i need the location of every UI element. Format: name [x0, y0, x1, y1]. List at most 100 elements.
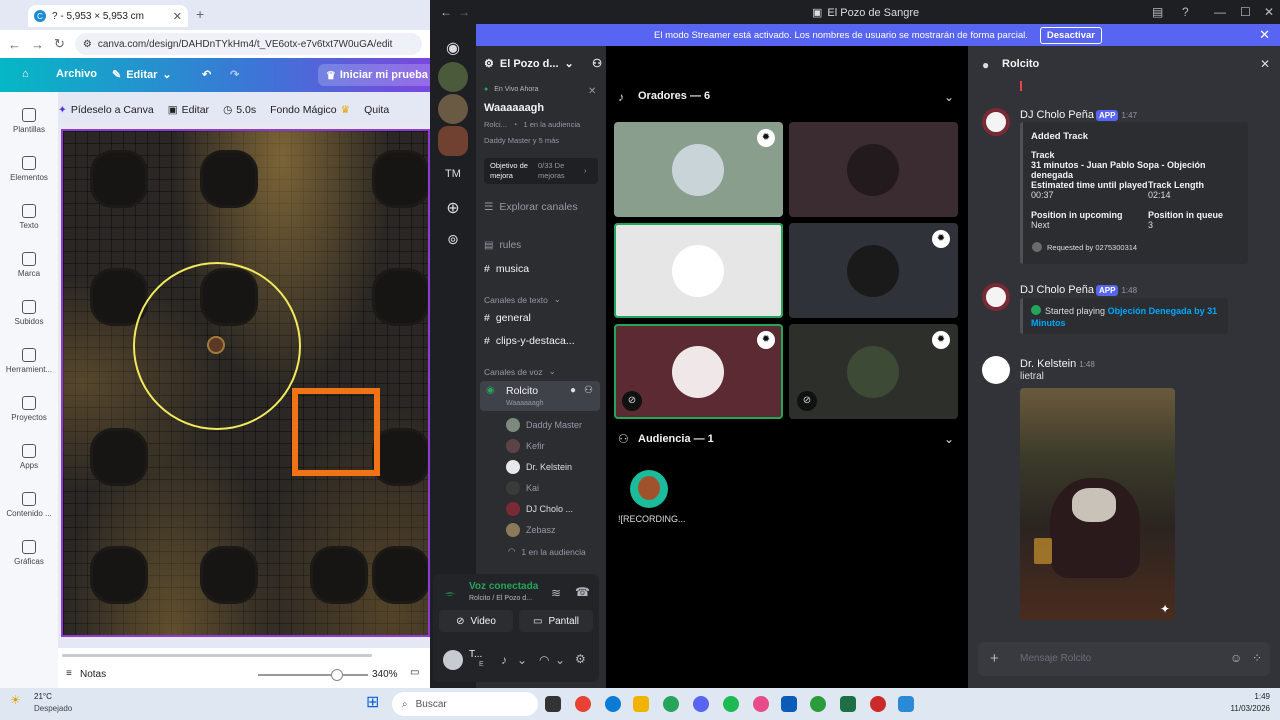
collapse-chevron-icon[interactable]: ⌄ — [944, 90, 954, 104]
voice-audience-count[interactable]: ◠ 1 en la audiencia — [508, 546, 586, 557]
zoom-slider[interactable] — [258, 669, 368, 681]
notes-button[interactable]: Notas — [80, 669, 106, 680]
reload-icon[interactable]: ↻ — [54, 36, 65, 52]
audience-header[interactable]: Audiencia — 1 — [638, 433, 714, 445]
task-view-icon[interactable] — [545, 696, 561, 712]
duration-button[interactable]: ◷ 5.0s — [223, 104, 256, 116]
file-explorer-icon[interactable] — [633, 696, 649, 712]
discover-icon[interactable]: ⊚ — [438, 224, 468, 254]
server-icon[interactable] — [438, 62, 468, 92]
dj-avatar[interactable] — [982, 283, 1010, 311]
magic-background-button[interactable]: Fondo Mágico ♛ — [270, 104, 350, 116]
sidebar-item-9[interactable]: Gráficas — [0, 540, 58, 566]
timeline-track[interactable] — [62, 654, 372, 657]
user-avatar[interactable] — [443, 650, 463, 670]
clock-time[interactable]: 1:49 — [1224, 692, 1270, 701]
temperature[interactable]: 21°C — [34, 692, 52, 701]
sidebar-item-7[interactable]: Apps — [0, 444, 58, 470]
orc-artwork-image[interactable]: ✦ — [1020, 388, 1175, 620]
headphones-icon[interactable]: ◠ — [539, 653, 549, 667]
disconnect-icon[interactable]: ☎ — [575, 585, 590, 599]
edit-image-button[interactable]: ▣ Editar — [168, 104, 209, 116]
voice-member[interactable]: Zebasz — [506, 523, 556, 537]
undo-icon[interactable]: ↶ — [202, 68, 211, 81]
message-author[interactable]: DJ Cholo Peña — [1020, 109, 1094, 121]
settings-gear-icon[interactable]: ⚙ — [575, 652, 586, 666]
sidebar-item-1[interactable]: Elementos — [0, 156, 58, 182]
sidebar-item-3[interactable]: Marca — [0, 252, 58, 278]
emoji-icon[interactable]: ☺ — [1230, 651, 1242, 665]
deactivate-button[interactable]: Desactivar — [1039, 26, 1102, 44]
back-icon[interactable]: ← — [440, 5, 452, 19]
orange-square-shape[interactable] — [292, 388, 380, 476]
screen-share-button[interactable]: ▭ Pantall — [519, 610, 593, 632]
sidebar-item-0[interactable]: Plantillas — [0, 108, 58, 134]
add-member-icon[interactable]: ⚇ — [592, 57, 602, 70]
voice-member[interactable]: DJ Cholo ... — [506, 502, 573, 516]
add-attachment-icon[interactable]: + — [990, 650, 999, 667]
speaker-tile[interactable]: ✹ — [789, 223, 958, 318]
close-icon[interactable]: ✕ — [1260, 57, 1270, 71]
clock-date[interactable]: 11/03/2026 — [1210, 704, 1270, 713]
chevron-down-icon[interactable]: ⌄ — [517, 653, 527, 667]
speakers-header[interactable]: Oradores — 6 — [638, 90, 710, 102]
spotify-icon[interactable] — [723, 696, 739, 712]
sidebar-item-4[interactable]: Subidos — [0, 300, 58, 326]
boost-goal[interactable]: Objetivo de mejora 0/33 De mejoras › — [484, 158, 598, 184]
chat-icon[interactable]: ● — [570, 385, 576, 396]
channel-musica[interactable]: # musica — [484, 263, 529, 275]
maximize-icon[interactable]: ☐ — [1240, 5, 1251, 19]
message-input-placeholder[interactable]: Mensaje Rolcito — [1020, 653, 1091, 664]
notepad-icon[interactable] — [781, 696, 797, 712]
explore-channels[interactable]: ☰ Explorar canales — [484, 201, 578, 213]
voice-channel-rolcito[interactable]: ◉ Rolcito Waaaaaagh ● ⚇ — [480, 381, 600, 411]
player-token[interactable] — [207, 336, 225, 354]
chrome-profile-icon[interactable] — [810, 696, 826, 712]
message-author[interactable]: DJ Cholo Peña — [1020, 284, 1094, 296]
voice-member[interactable]: Kai — [506, 481, 539, 495]
home-icon[interactable]: ⌂ — [22, 68, 29, 80]
discord-taskbar-icon[interactable] — [693, 696, 709, 712]
redo-icon[interactable]: ↷ — [230, 68, 239, 81]
url-field[interactable]: ⚙ canva.com/design/DAHDnTYkHm4/t_VE6otx-… — [74, 33, 422, 55]
voice-status[interactable]: Voz conectada — [469, 581, 538, 592]
video-button[interactable]: ⊘ Video — [439, 610, 513, 632]
app-icon[interactable] — [870, 696, 886, 712]
chevron-down-icon[interactable]: ⌄ — [555, 653, 565, 667]
dungeon-map-image[interactable] — [61, 129, 430, 637]
message-input-box[interactable]: + Mensaje Rolcito ☺ ⁘ — [978, 642, 1270, 676]
menu-edit[interactable]: ✎ Editar ⌄ — [112, 68, 172, 82]
live-title[interactable]: Waaaaaagh — [484, 102, 544, 114]
help-icon[interactable]: ? — [1182, 5, 1189, 19]
zoom-level[interactable]: 340% — [372, 669, 398, 680]
start-trial-button[interactable]: ♛Iniciar mi prueba gr — [318, 64, 430, 86]
app-icon[interactable] — [898, 696, 914, 712]
site-info-icon[interactable]: ⚙ — [83, 39, 92, 50]
voice-member[interactable]: Dr. Kelstein — [506, 460, 572, 474]
menu-file[interactable]: Archivo — [56, 68, 97, 80]
zoom-slider-handle[interactable] — [331, 669, 344, 681]
channel-rules[interactable]: ▤ rules — [484, 240, 521, 251]
close-window-icon[interactable]: ✕ — [1264, 5, 1274, 19]
text-channels-category[interactable]: Canales de texto ⌄ — [484, 294, 561, 305]
forward-icon[interactable]: → — [458, 5, 470, 19]
voice-channels-category[interactable]: Canales de voz ⌄ — [484, 366, 556, 377]
excel-icon[interactable] — [840, 696, 856, 712]
server-icon-active[interactable] — [438, 126, 468, 156]
speaker-tile[interactable] — [614, 223, 783, 318]
server-header[interactable]: ⚙ El Pozo d... ⌄ ⚇ — [484, 57, 602, 71]
audience-member-name[interactable]: ![RECORDING... — [618, 514, 686, 524]
browser-tab[interactable]: C ? - 5,953 × 5,953 cm ✕ — [28, 5, 188, 27]
message-author[interactable]: Dr. Kelstein — [1020, 358, 1076, 370]
sidebar-item-5[interactable]: Herramient... — [0, 348, 58, 374]
canvas-area[interactable] — [58, 125, 430, 640]
soundboard-icon[interactable]: ≋ — [551, 586, 561, 600]
collapse-chevron-icon[interactable]: ⌄ — [944, 432, 954, 446]
minimize-icon[interactable]: — — [1214, 5, 1226, 19]
server-icon[interactable] — [438, 94, 468, 124]
kelstein-avatar[interactable] — [982, 356, 1010, 384]
grid-view-icon[interactable]: ▭ — [410, 667, 419, 678]
sidebar-item-8[interactable]: Contenido ... — [0, 492, 58, 518]
back-icon[interactable]: ← — [8, 37, 21, 52]
notes-icon[interactable]: ≡ — [66, 668, 72, 679]
